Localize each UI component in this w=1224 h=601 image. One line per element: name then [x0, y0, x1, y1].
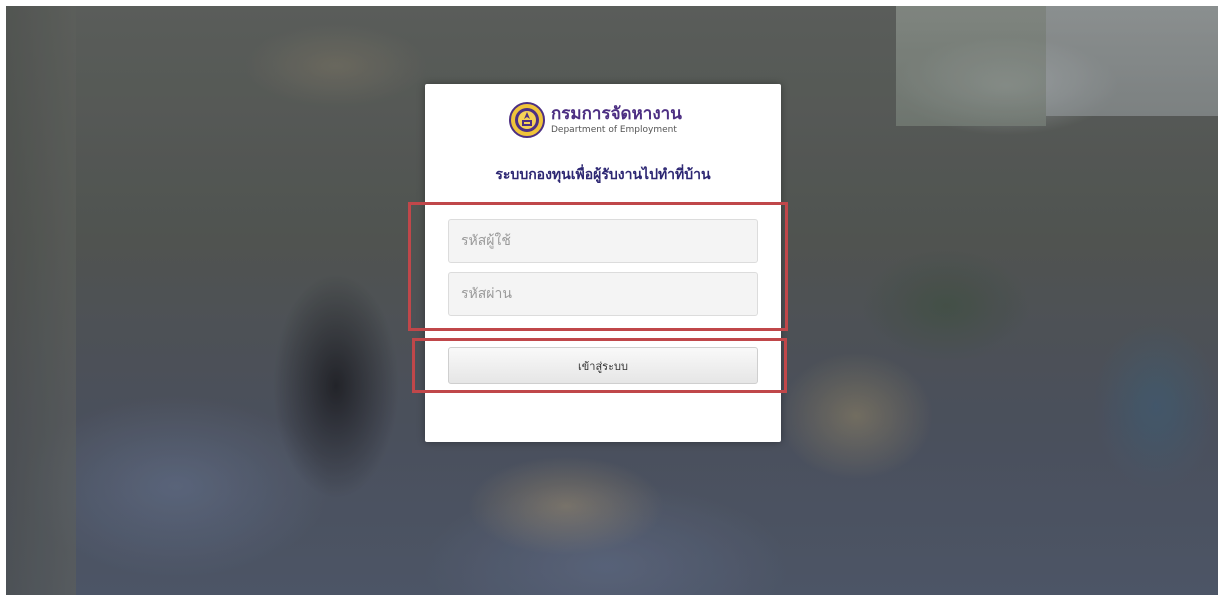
department-logo: กรมการจัดหางาน Department of Employment	[509, 102, 682, 138]
background-window	[896, 6, 1046, 126]
system-title: ระบบกองทุนเพื่อผู้รับงานไปทำที่บ้าน	[495, 167, 711, 183]
seal-emblem	[515, 108, 539, 132]
login-button[interactable]: เข้าสู่ระบบ	[448, 347, 758, 384]
department-name-thai: กรมการจัดหางาน	[551, 103, 682, 124]
username-input[interactable]	[448, 219, 758, 263]
background-window-right	[1046, 6, 1218, 116]
department-seal-icon	[509, 102, 545, 138]
password-input[interactable]	[448, 272, 758, 316]
department-name-english: Department of Employment	[551, 124, 677, 135]
login-card: กรมการจัดหางาน Department of Employment …	[425, 84, 781, 442]
background-door	[6, 6, 76, 595]
